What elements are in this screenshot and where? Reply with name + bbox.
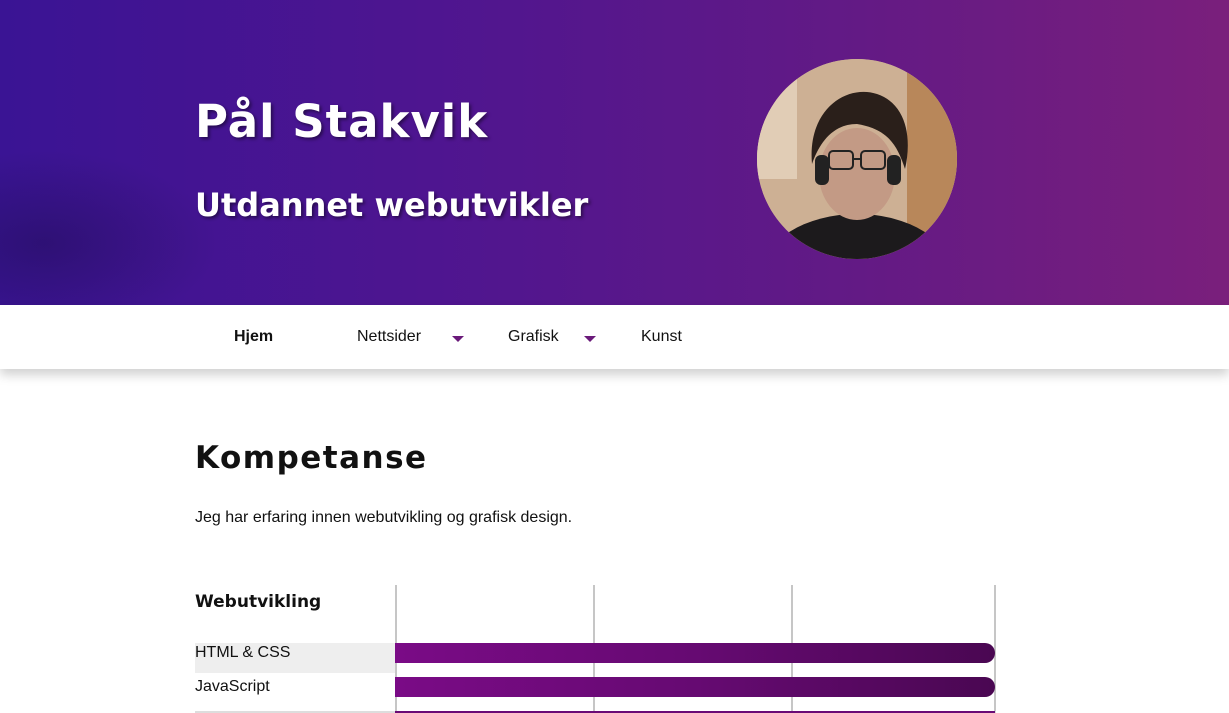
main-nav: Hjem Nettsider Grafisk Kunst <box>0 305 1229 369</box>
nav-item-hjem[interactable]: Hjem <box>234 305 273 369</box>
section-title: Kompetanse <box>195 440 428 476</box>
skill-label: JavaScript <box>195 678 270 695</box>
nav-item-label: Kunst <box>641 328 682 345</box>
skills-chart: Webutvikling HTML & CSS JavaScript <box>195 585 996 713</box>
skill-category: Webutvikling <box>195 592 322 612</box>
hero-title: Utdannet webutvikler <box>195 186 589 224</box>
nav-item-label: Grafisk <box>508 328 559 345</box>
chevron-down-icon[interactable] <box>452 336 464 342</box>
skill-row: HTML & CSS <box>195 643 996 673</box>
skill-bar <box>395 643 995 663</box>
hero-texture <box>0 150 220 305</box>
profile-avatar <box>757 59 957 259</box>
skill-label: HTML & CSS <box>195 643 395 673</box>
nav-item-nettsider[interactable]: Nettsider <box>357 305 421 369</box>
profile-photo-illustration <box>757 59 957 259</box>
nav-item-kunst[interactable]: Kunst <box>641 305 682 369</box>
chevron-down-icon[interactable] <box>584 336 596 342</box>
intro-text: Jeg har erfaring innen webutvikling og g… <box>195 509 573 526</box>
hero-banner: Pål Stakvik Utdannet webutvikler <box>0 0 1229 305</box>
nav-item-grafisk[interactable]: Grafisk <box>508 305 559 369</box>
skill-bar <box>395 677 995 697</box>
nav-item-label: Nettsider <box>357 328 422 345</box>
nav-item-label: Hjem <box>234 328 274 345</box>
skill-row: JavaScript <box>195 677 996 707</box>
hero-name: Pål Stakvik <box>195 95 489 148</box>
